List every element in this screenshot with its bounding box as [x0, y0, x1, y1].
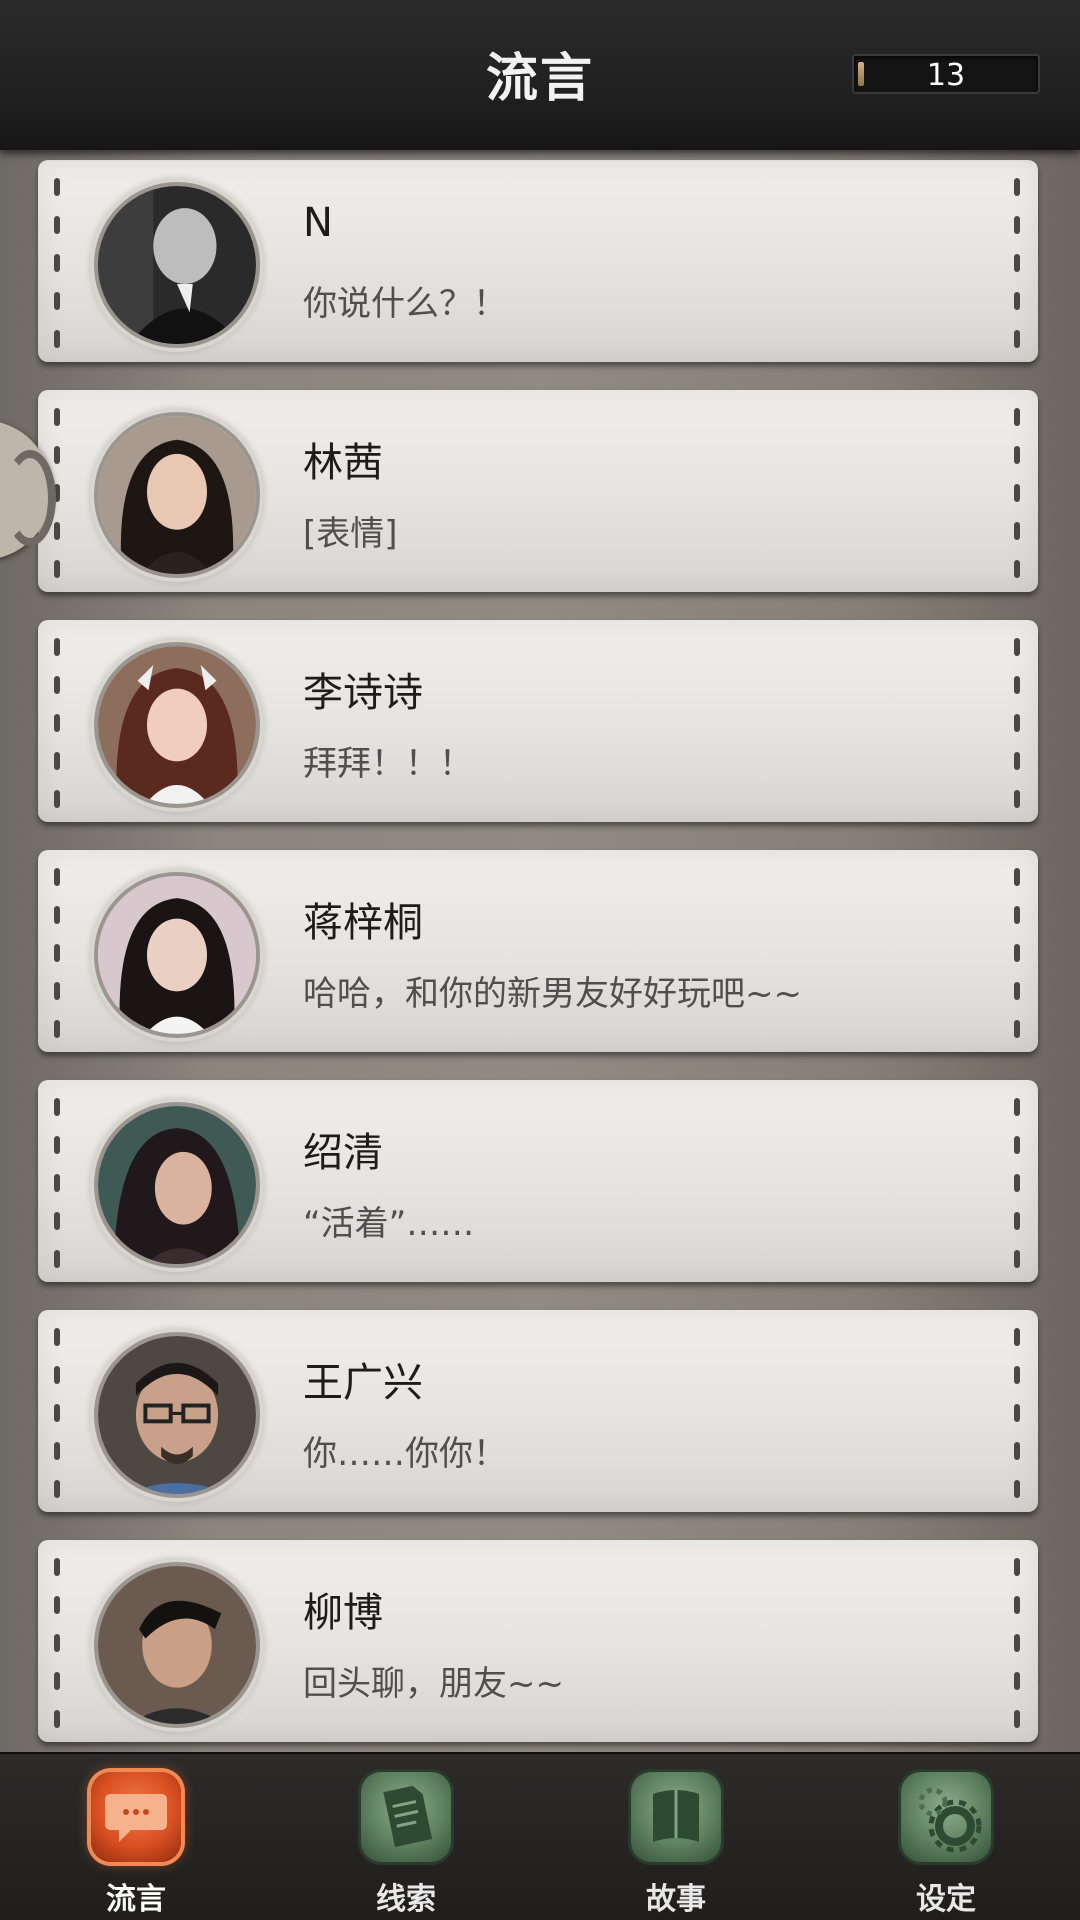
gear-icon	[901, 1772, 991, 1862]
last-message: 拜拜！！！	[303, 744, 473, 784]
nav-tab-settings[interactable]: 设定	[856, 1766, 1036, 1920]
last-message: 你……你你！	[303, 1434, 507, 1474]
nav-label: 设定	[916, 1882, 976, 1917]
last-message: 回头聊，朋友~~	[303, 1664, 564, 1704]
avatar-liu-bo	[94, 1562, 260, 1728]
avatar-shao-qing	[94, 1102, 260, 1268]
message-card[interactable]: 王广兴 你……你你！	[38, 1310, 1038, 1512]
contact-name: 林茜	[303, 440, 383, 486]
last-message: 哈哈，和你的新男友好好玩吧~~	[303, 974, 802, 1014]
binding-holes-left	[54, 638, 62, 808]
binding-holes-right	[1014, 868, 1022, 1038]
document-icon	[361, 1772, 451, 1862]
book-icon	[631, 1772, 721, 1862]
avatar-lin-qian	[94, 412, 260, 578]
contact-name: 绍清	[303, 1130, 383, 1176]
nav-tab-clues[interactable]: 线索	[316, 1766, 496, 1920]
message-card[interactable]: 李诗诗 拜拜！！！	[38, 620, 1038, 822]
nav-label: 线索	[376, 1882, 436, 1917]
bottom-nav: 流言 线索 故事 设定	[0, 1752, 1080, 1920]
message-card[interactable]: 柳博 回头聊，朋友~~	[38, 1540, 1038, 1742]
binding-holes-right	[1014, 1558, 1022, 1728]
contact-name: 李诗诗	[303, 670, 423, 716]
binding-holes-right	[1014, 1328, 1022, 1498]
chat-bubble-icon	[91, 1772, 181, 1862]
last-message: [表情]	[303, 514, 398, 554]
counter-value: 13	[926, 58, 966, 93]
binding-holes-right	[1014, 638, 1022, 808]
contact-name: 柳博	[303, 1590, 383, 1636]
nav-label: 流言	[106, 1882, 166, 1917]
binding-holes-right	[1014, 1098, 1022, 1268]
avatar-wang-guangxing	[94, 1332, 260, 1498]
last-message: “活着”……	[303, 1204, 475, 1244]
message-card[interactable]: 蒋梓桐 哈哈，和你的新男友好好玩吧~~	[38, 850, 1038, 1052]
avatar-n	[94, 182, 260, 348]
rumor-counter: 13	[852, 54, 1040, 94]
binding-holes-right	[1014, 178, 1022, 348]
binding-holes-left	[54, 1558, 62, 1728]
avatar-jiang-zitong	[94, 872, 260, 1038]
binding-holes-left	[54, 868, 62, 1038]
nav-label: 故事	[646, 1882, 706, 1917]
last-message: 你说什么？！	[303, 284, 507, 324]
nav-tab-story[interactable]: 故事	[586, 1766, 766, 1920]
binding-holes-left	[54, 178, 62, 348]
app-header: 流言 13	[0, 0, 1080, 150]
contact-name: 蒋梓桐	[303, 900, 423, 946]
contact-name: 王广兴	[303, 1360, 423, 1406]
message-card[interactable]: 绍清 “活着”……	[38, 1080, 1038, 1282]
binding-holes-left	[54, 1328, 62, 1498]
contact-name: N	[303, 200, 333, 246]
binding-holes-right	[1014, 408, 1022, 578]
nav-tab-rumors[interactable]: 流言	[46, 1766, 226, 1920]
message-card[interactable]: 林茜 [表情]	[38, 390, 1038, 592]
binding-holes-left	[54, 1098, 62, 1268]
message-card[interactable]: N 你说什么？！	[38, 160, 1038, 362]
avatar-li-shishi	[94, 642, 260, 808]
